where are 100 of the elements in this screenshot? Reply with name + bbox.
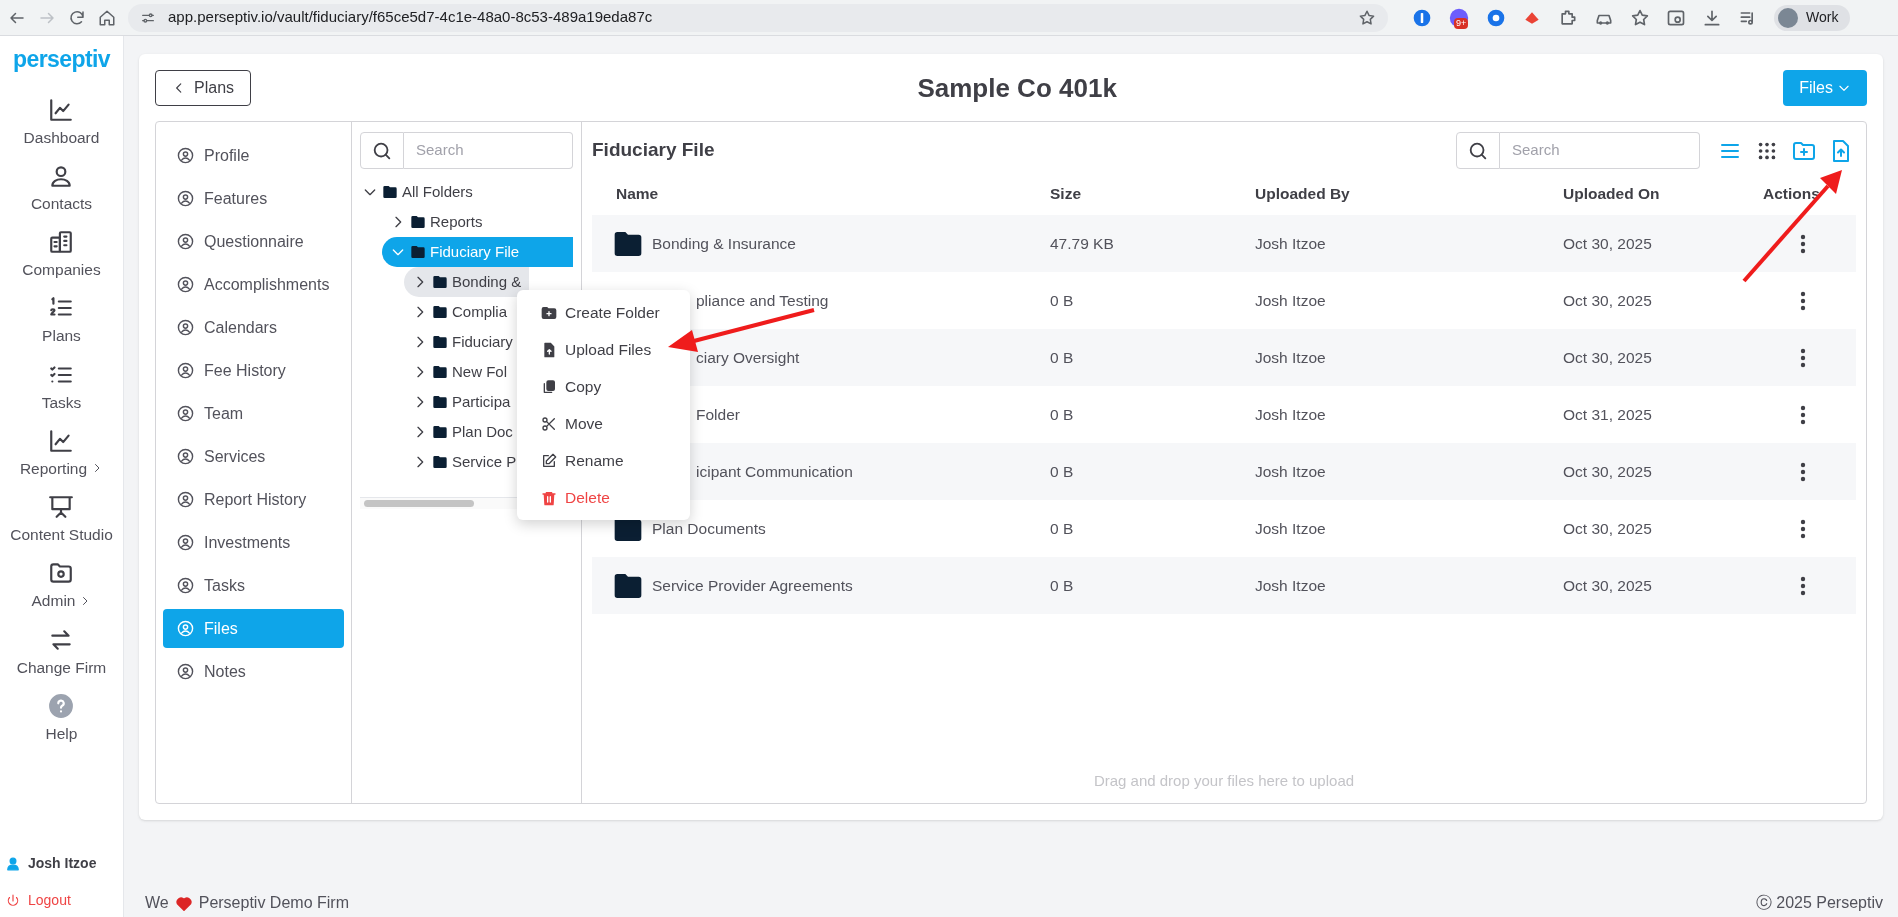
drop-hint: Drag and drop your files here to upload (1093, 772, 1355, 789)
tree-item[interactable]: All Folders (360, 177, 481, 207)
nav-item[interactable]: Tasks (41, 361, 82, 414)
table-cell: Josh Itzoe (1255, 348, 1326, 366)
table-cell-text: Folder (696, 404, 740, 425)
menu-item[interactable]: Questionnaire (163, 222, 344, 261)
user-circle-icon (177, 233, 194, 250)
search-button[interactable] (360, 132, 404, 169)
table-cell: 47.79 KB (1050, 234, 1114, 252)
nav-item[interactable]: Admin (31, 560, 92, 613)
menu-item[interactable]: Notes (163, 652, 344, 691)
table-cell: Josh Itzoe (1255, 291, 1326, 309)
logo: perseptiv (12, 45, 111, 74)
more-options-icon[interactable] (1800, 233, 1806, 254)
power-icon (6, 893, 20, 908)
menu-item[interactable]: Team (163, 394, 344, 433)
table-cell-text: pliance and Testing (696, 290, 829, 311)
nav-item[interactable]: Help (45, 692, 78, 745)
search-field[interactable]: Search (404, 132, 573, 169)
context-menu-item[interactable]: Copy (517, 368, 690, 405)
folder-icon (432, 454, 448, 470)
menu-item[interactable]: Investments (163, 523, 344, 562)
page-title: Sample Co 401k (917, 71, 1117, 105)
file-upload-icon[interactable] (1830, 138, 1852, 163)
copy-icon (541, 378, 557, 395)
table-cell-text: ciary Oversight (696, 347, 800, 368)
nav-item[interactable]: Companies (22, 229, 101, 282)
tree-item[interactable]: Reports (382, 207, 491, 237)
table-row[interactable]: Bonding & Insurance 47.79 KB Josh Itzoe Oct 30, 2025 (592, 215, 1856, 272)
address-bar[interactable]: app.perseptiv.io/vault/fiduciary/f65ce5d7-4c1e-48a0-8c53-489a19eda87c (128, 3, 1388, 32)
tree-item[interactable]: New Fol (404, 357, 515, 387)
table-cell-text: Plan Documents (652, 518, 766, 539)
notification-badge: 9+ (1454, 17, 1469, 29)
user-circle-icon (177, 362, 194, 379)
menu-item[interactable]: Accomplishments (163, 265, 344, 304)
column-header: Name (615, 184, 660, 205)
tree-item[interactable]: Participa (404, 387, 519, 417)
table-row[interactable]: ciary Oversight 0 B Josh Itzoe Oct 30, 2025 (689, 329, 1856, 386)
tree-item[interactable]: Complia (404, 297, 516, 327)
menu-item[interactable]: Features (163, 179, 344, 218)
more-options-icon[interactable] (1800, 290, 1806, 311)
star-icon[interactable] (1358, 8, 1376, 27)
table-row[interactable]: icipant Communication 0 B Josh Itzoe Oct 30, 2025 (689, 443, 1856, 500)
extension-icon[interactable] (1486, 7, 1506, 28)
scrollbar-thumb[interactable] (364, 500, 474, 507)
more-options-icon[interactable] (1800, 461, 1806, 482)
help-icon (48, 692, 75, 719)
star-list-icon[interactable] (1630, 7, 1650, 28)
menu-item[interactable]: Calendars (163, 308, 344, 347)
copyright-text: ⓒ 2025 Perseptiv (1755, 893, 1883, 913)
url-text: app.perseptiv.io/vault/fiduciary/f65ce5d7-4c1e-48a0-8c53-489a19eda87c (168, 7, 654, 28)
nav-item[interactable]: Content Studio (10, 494, 113, 547)
user-circle-icon (177, 147, 194, 164)
more-options-icon[interactable] (1800, 404, 1806, 425)
table-cell-text: Bonding & Insurance (652, 233, 796, 254)
scissors-icon (541, 415, 557, 432)
user-circle-icon (177, 405, 194, 422)
password-manager-icon[interactable] (1412, 7, 1432, 28)
user-circle-icon (177, 276, 194, 293)
menu-item[interactable]: Services (163, 437, 344, 476)
tree-item[interactable]: Bonding & (404, 267, 530, 297)
menu-item[interactable]: Report History (163, 480, 344, 519)
menu-item[interactable]: Tasks (163, 566, 344, 605)
column-header: Uploaded By (1254, 184, 1351, 205)
folder-icon (382, 184, 398, 200)
nav-item[interactable]: Change Firm (16, 626, 107, 679)
reload-icon[interactable] (68, 8, 86, 27)
user-name: Josh Itzoe (28, 854, 97, 873)
chart-icon (48, 427, 75, 454)
more-options-icon[interactable] (1800, 347, 1806, 368)
table-cell: Oct 31, 2025 (1563, 405, 1652, 423)
profile-button[interactable]: Work (1774, 4, 1851, 31)
user-circle-icon (177, 190, 194, 207)
more-options-icon[interactable] (1800, 575, 1806, 596)
search-button[interactable] (1456, 132, 1500, 169)
table-cell: Oct 30, 2025 (1563, 234, 1652, 252)
home-icon[interactable] (98, 8, 116, 27)
column-header: Actions (1762, 184, 1821, 205)
table-cell: 0 B (1050, 519, 1074, 537)
user-circle-icon (177, 620, 194, 637)
folder-icon (410, 244, 426, 260)
table-row[interactable]: Service Provider Agreements 0 B Josh Itzoe Oct 30, 2025 (592, 557, 1856, 614)
folder-icon (432, 394, 448, 410)
logout-link[interactable]: Logout (6, 890, 123, 911)
menu-item[interactable]: Profile (163, 136, 344, 175)
nav-item[interactable]: Plans (42, 295, 81, 348)
footer-text: Perseptiv Demo Firm (198, 893, 349, 913)
menu-item[interactable]: Fee History (163, 351, 344, 390)
table-cell: Oct 30, 2025 (1563, 291, 1652, 309)
back-button[interactable]: Plans (155, 70, 252, 106)
user-circle-icon (177, 534, 194, 551)
nav-item[interactable]: Dashboard (23, 96, 100, 149)
more-options-icon[interactable] (1800, 518, 1806, 539)
table-cell: Oct 30, 2025 (1563, 348, 1652, 366)
table-cell: Oct 30, 2025 (1563, 519, 1652, 537)
nav-item[interactable]: Contacts (30, 162, 93, 215)
nav-item[interactable]: Reporting (19, 427, 104, 480)
search-field[interactable]: Search (1500, 132, 1700, 169)
building-icon (48, 229, 75, 255)
table-cell: Josh Itzoe (1255, 519, 1326, 537)
